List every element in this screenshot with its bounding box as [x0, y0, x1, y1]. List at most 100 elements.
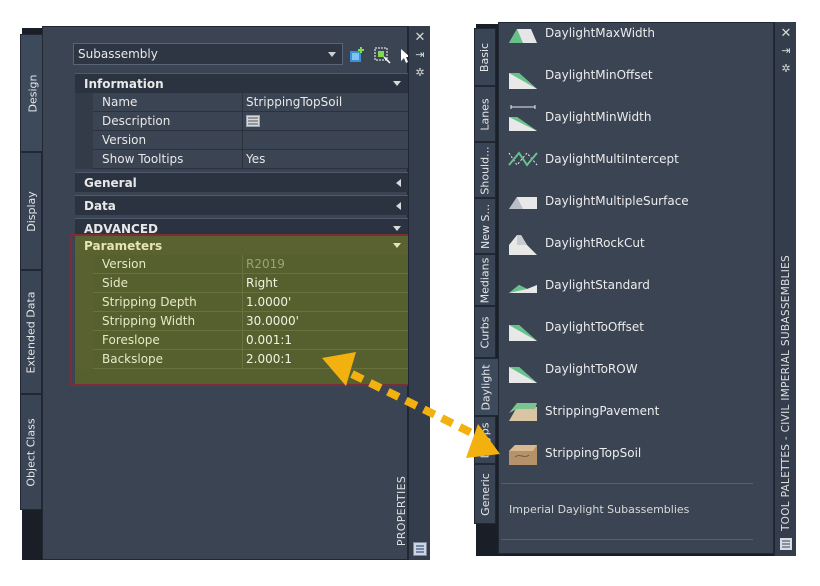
tab-generic[interactable]: Generic [474, 464, 496, 524]
row-gutter [75, 255, 93, 274]
property-value[interactable]: 0.001:1 [243, 331, 412, 350]
property-value[interactable]: Yes [243, 150, 412, 169]
row-gutter [75, 331, 93, 350]
row-gutter [75, 112, 93, 131]
tab-basic[interactable]: Basic [474, 28, 496, 86]
tab-medians[interactable]: Medians [474, 254, 496, 306]
tool-daylight-min-offset[interactable]: DaylightMinOffset [507, 57, 653, 93]
tool-stripping-top-soil[interactable]: StrippingTopSoil [507, 435, 641, 471]
property-row[interactable]: Version [75, 131, 409, 150]
expand-icon[interactable] [396, 179, 401, 187]
collapse-icon[interactable] [393, 226, 401, 231]
property-value[interactable]: 2.000:1 [243, 350, 412, 369]
tab-daylight[interactable]: Daylight [474, 358, 498, 416]
tab-curbs[interactable]: Curbs [474, 306, 496, 358]
property-value: R2019 [246, 257, 285, 271]
tool-daylight-multiple-surface[interactable]: DaylightMultipleSurface [507, 183, 689, 219]
property-row[interactable]: Name StrippingTopSoil [75, 93, 409, 112]
row-gutter [75, 350, 93, 369]
tool-palette-tabs: Basic Lanes Should... New S... Medians C… [474, 22, 498, 536]
gear-icon[interactable]: ✲ [413, 66, 427, 79]
property-name: Version [93, 255, 243, 274]
tab-design[interactable]: Design [20, 34, 44, 152]
tool-daylight-min-width[interactable]: DaylightMinWidth [507, 99, 651, 135]
properties-tabs: Design Display Extended Data Object Clas… [20, 26, 44, 510]
property-value[interactable]: 30.0000' [243, 312, 412, 331]
section-general[interactable]: General [75, 172, 409, 192]
row-gutter [75, 131, 93, 150]
daylight-to-row-icon [509, 367, 537, 383]
property-value[interactable] [243, 112, 412, 131]
row-gutter [75, 93, 93, 112]
property-row[interactable]: Stripping Width 30.0000' [75, 312, 409, 331]
property-name: Stripping Width [93, 312, 243, 331]
tab-extended-data[interactable]: Extended Data [20, 270, 42, 394]
property-row[interactable]: Show Tooltips Yes [75, 150, 409, 169]
section-information[interactable]: Information [75, 73, 409, 93]
daylight-multi-intercept-icon [508, 151, 538, 167]
property-value[interactable] [243, 131, 412, 150]
collapse-icon[interactable] [393, 243, 401, 248]
quick-properties-icon[interactable] [413, 542, 427, 556]
property-value[interactable]: 1.0000' [243, 293, 412, 312]
property-row[interactable]: Side Right [75, 274, 409, 293]
collapse-icon[interactable] [393, 81, 401, 86]
property-name: Show Tooltips [93, 150, 243, 169]
close-icon[interactable]: ✕ [413, 30, 427, 45]
object-type-combo[interactable]: Subassembly [73, 43, 343, 65]
section-parameters[interactable]: Parameters [75, 235, 409, 255]
edit-description-icon[interactable] [246, 115, 260, 127]
property-name: Version [93, 131, 243, 150]
close-icon[interactable]: ✕ [779, 26, 793, 41]
tool-stripping-pavement[interactable]: StrippingPavement [507, 393, 659, 429]
property-row[interactable]: Version R2019 [75, 255, 409, 274]
row-gutter [75, 293, 93, 312]
auto-hide-icon[interactable]: ⇥ [779, 44, 793, 57]
property-row[interactable]: Foreslope 0.001:1 [75, 331, 409, 350]
tool-daylight-multi-intercept[interactable]: DaylightMultiIntercept [507, 141, 679, 177]
property-name: Description [93, 112, 243, 131]
auto-hide-icon[interactable]: ⇥ [413, 48, 427, 61]
property-row[interactable]: Stripping Depth 1.0000' [75, 293, 409, 312]
tab-lane-types[interactable]: L...yps [474, 416, 496, 464]
tool-palette-titlebar[interactable]: ✕ ⇥ ✲ TOOL PALETTES - CIVIL IMPERIAL SUB… [774, 22, 796, 556]
property-name: Backslope [93, 350, 243, 369]
property-name: Stripping Depth [93, 293, 243, 312]
separator [501, 483, 753, 484]
gear-icon[interactable]: ✲ [779, 62, 793, 75]
tool-daylight-to-offset[interactable]: DaylightToOffset [507, 309, 644, 345]
tool-daylight-rock-cut[interactable]: DaylightRockCut [507, 225, 645, 261]
tab-new-s[interactable]: New S... [474, 198, 496, 254]
properties-titlebar[interactable]: ✕ ⇥ ✲ PROPERTIES [395, 26, 430, 560]
tab-object-class[interactable]: Object Class [20, 394, 42, 510]
tab-shoulders[interactable]: Should... [474, 142, 496, 198]
palette-menu-icon[interactable] [780, 538, 792, 550]
property-value[interactable]: StrippingTopSoil [243, 93, 412, 112]
property-row[interactable]: Backslope 2.000:1 [75, 350, 409, 369]
property-row[interactable]: Description [75, 112, 409, 131]
quick-select-icon[interactable] [373, 46, 391, 64]
daylight-min-width-icon [509, 105, 537, 131]
tool-daylight-standard[interactable]: DaylightStandard [507, 267, 650, 303]
property-name: Side [93, 274, 243, 293]
daylight-min-offset-icon [509, 73, 537, 89]
tool-daylight-to-row[interactable]: DaylightToROW [507, 351, 638, 387]
daylight-rock-cut-icon [509, 235, 537, 255]
separator [501, 539, 753, 540]
tab-lanes[interactable]: Lanes [474, 86, 496, 142]
stripping-pavement-icon [509, 403, 537, 421]
property-name: Name [93, 93, 243, 112]
chevron-down-icon [328, 52, 336, 57]
tool-palette: Basic Lanes Should... New S... Medians C… [474, 22, 796, 556]
property-value[interactable]: Right [243, 274, 412, 293]
property-name: Foreslope [93, 331, 243, 350]
tab-display[interactable]: Display [20, 152, 42, 270]
row-gutter [75, 150, 93, 169]
add-selection-icon[interactable] [349, 46, 367, 64]
section-data[interactable]: Data [75, 195, 409, 215]
expand-icon[interactable] [396, 202, 401, 210]
tool-palette-panel: DaylightMaxWidth DaylightMinOffset Dayli… [498, 22, 774, 554]
parameters-highlight: Parameters Version R2019 Side Right Stri… [75, 235, 409, 385]
daylight-standard-icon [509, 285, 537, 293]
tool-daylight-max-width[interactable]: DaylightMaxWidth [507, 23, 655, 51]
